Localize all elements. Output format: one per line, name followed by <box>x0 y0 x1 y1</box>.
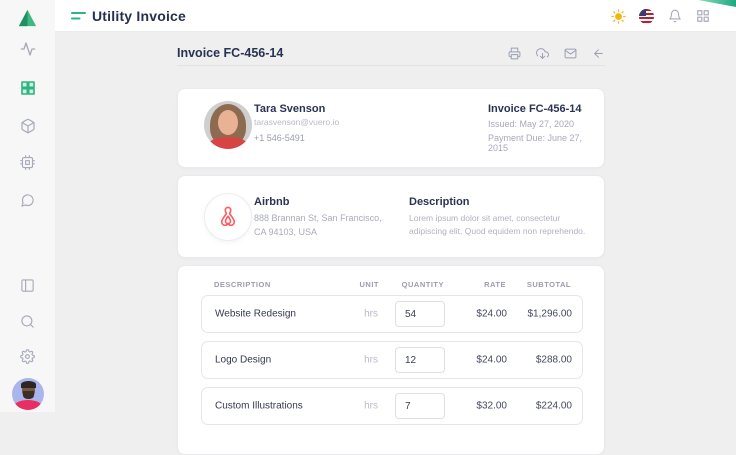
topbar: Utility Invoice <box>55 0 736 32</box>
gear-icon <box>20 349 35 364</box>
sidebar-item-messages[interactable] <box>0 193 55 208</box>
sidebar-item-elements[interactable] <box>0 155 55 170</box>
sender-email: tarasvenson@vuero.io <box>254 117 339 127</box>
chat-bubble-icon <box>20 193 35 208</box>
client-info: Airbnb 888 Brannan St, San Francisco, CA… <box>254 196 382 239</box>
quantity-input[interactable] <box>395 301 445 327</box>
col-header-description: DESCRIPTION <box>214 280 271 289</box>
box-icon <box>20 118 36 134</box>
sun-theme-toggle-icon[interactable] <box>611 9 626 24</box>
client-address-line1: 888 Brannan St, San Francisco, <box>254 213 382 223</box>
row-subtotal: $288.00 <box>482 355 572 366</box>
activity-icon <box>20 41 36 57</box>
row-unit: hrs <box>342 401 378 412</box>
table-row: Custom Illustrations hrs $32.00 $224.00 <box>201 387 583 425</box>
row-subtotal: $224.00 <box>482 401 572 412</box>
apps-grid-icon[interactable] <box>695 9 710 24</box>
row-unit: hrs <box>342 355 378 366</box>
invoice-number: Invoice FC-456-14 <box>488 103 604 115</box>
sidebar-item-dashboard[interactable] <box>0 80 55 96</box>
sender-avatar <box>204 101 252 149</box>
sidebar-item-components[interactable] <box>0 118 55 134</box>
sidebar-item-panels[interactable] <box>0 278 55 293</box>
col-header-quantity: QUANTITY <box>374 280 444 289</box>
vuero-logo-icon[interactable] <box>0 7 55 30</box>
topbar-actions <box>611 0 710 32</box>
description-title: Description <box>409 196 587 208</box>
row-description: Custom Illustrations <box>215 401 303 412</box>
client-name: Airbnb <box>254 196 382 208</box>
menu-toggle-icon[interactable] <box>70 8 87 28</box>
row-description: Logo Design <box>215 355 271 366</box>
invoice-heading: Invoice FC-456-14 <box>177 46 283 60</box>
us-flag-icon <box>639 9 654 24</box>
notifications-bell-icon[interactable] <box>667 9 682 24</box>
sidebar-item-search[interactable] <box>0 314 55 329</box>
sender-name: Tara Svenson <box>254 103 339 115</box>
sidebar-item-settings[interactable] <box>0 349 55 364</box>
table-row: Website Redesign hrs $24.00 $1,296.00 <box>201 295 583 333</box>
sidebar-item-activity[interactable] <box>0 41 55 57</box>
table-row: Logo Design hrs $24.00 $288.00 <box>201 341 583 379</box>
airbnb-logo-icon <box>204 193 252 241</box>
table-rows: Website Redesign hrs $24.00 $1,296.00 Lo… <box>201 295 583 433</box>
invoice-header-row: Invoice FC-456-14 <box>177 44 605 66</box>
invoice-issued-date: Issued: May 27, 2020 <box>488 119 604 129</box>
line-items-card: DESCRIPTION UNIT QUANTITY RATE SUBTOTAL … <box>177 265 605 455</box>
invoice-actions <box>508 47 605 60</box>
invoice-page: Invoice FC-456-14 <box>177 32 605 412</box>
description-text: Lorem ipsum dolor sit amet, consectetur … <box>409 212 587 238</box>
row-subtotal: $1,296.00 <box>482 309 572 320</box>
invoice-meta: Invoice FC-456-14 Issued: May 27, 2020 P… <box>488 103 604 153</box>
language-flag-icon[interactable] <box>639 9 654 24</box>
search-icon <box>20 314 35 329</box>
sender-phone: +1 546-5491 <box>254 133 339 143</box>
header-divider <box>177 65 605 66</box>
invoice-due-date: Payment Due: June 27, 2015 <box>488 133 604 153</box>
col-header-subtotal: SUBTOTAL <box>481 280 571 289</box>
sender-info: Tara Svenson tarasvenson@vuero.io +1 546… <box>254 103 339 143</box>
row-unit: hrs <box>342 309 378 320</box>
quantity-input[interactable] <box>395 347 445 373</box>
layout-panel-icon <box>20 278 35 293</box>
row-description: Website Redesign <box>215 309 296 320</box>
sidebar <box>0 0 55 412</box>
description-block: Description Lorem ipsum dolor sit amet, … <box>409 196 587 238</box>
avatar <box>12 378 44 410</box>
mail-icon[interactable] <box>564 47 577 60</box>
table-header: DESCRIPTION UNIT QUANTITY RATE SUBTOTAL <box>178 280 606 290</box>
back-arrow-icon[interactable] <box>592 47 605 60</box>
invoice-parties-card: Tara Svenson tarasvenson@vuero.io +1 546… <box>177 88 605 168</box>
print-icon[interactable] <box>508 47 521 60</box>
dashboard-grid-icon <box>20 80 36 96</box>
client-card: Airbnb 888 Brannan St, San Francisco, CA… <box>177 175 605 258</box>
client-address-line2: CA 94103, USA <box>254 227 317 237</box>
sidebar-user-avatar[interactable] <box>0 378 55 410</box>
cpu-icon <box>20 155 35 170</box>
quantity-input[interactable] <box>395 393 445 419</box>
page-title: Utility Invoice <box>92 8 186 24</box>
cloud-download-icon[interactable] <box>536 47 549 60</box>
client-address: 888 Brannan St, San Francisco, CA 94103,… <box>254 212 382 239</box>
